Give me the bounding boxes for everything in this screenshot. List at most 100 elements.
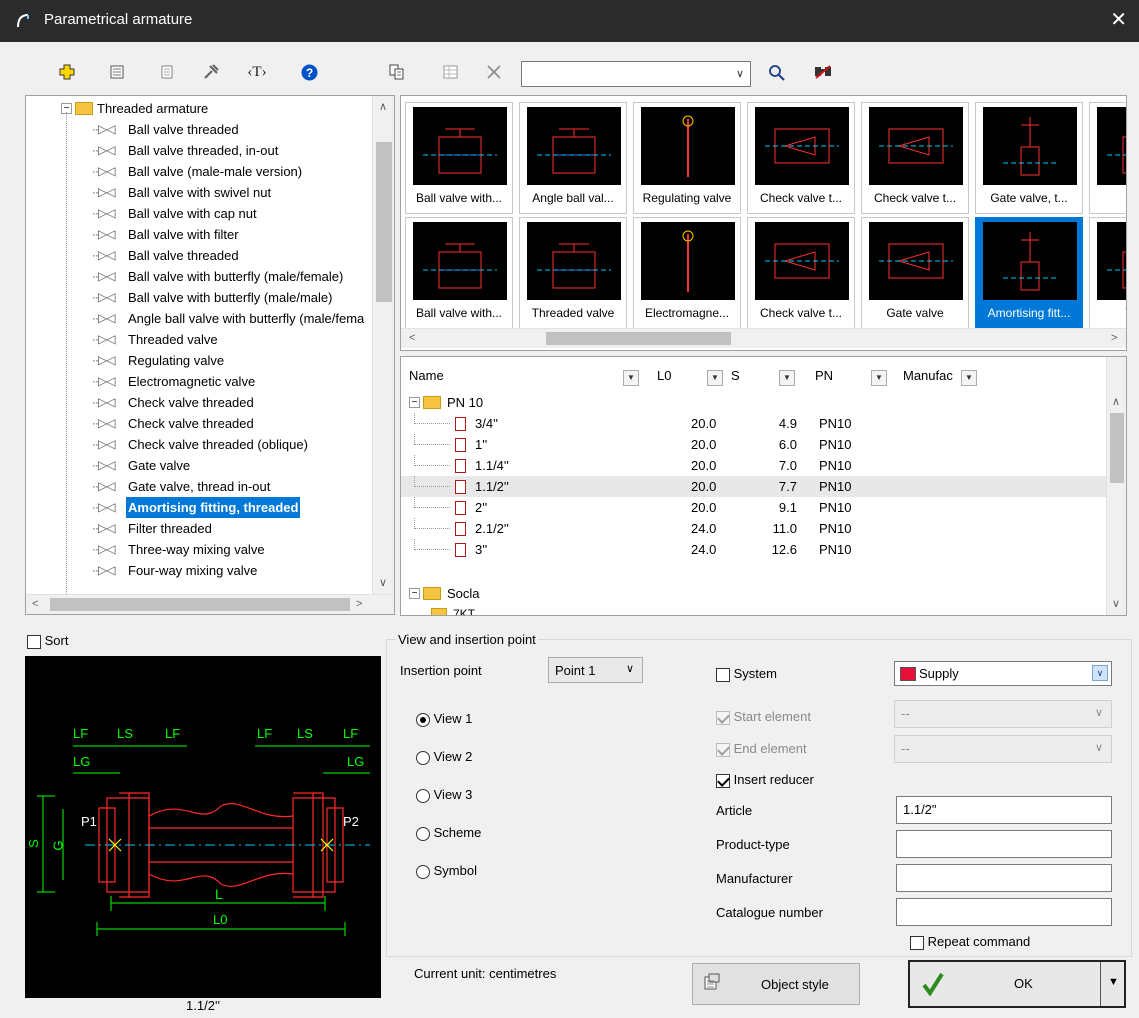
insert-reducer-check[interactable] (716, 773, 730, 788)
scroll-thumb[interactable] (546, 332, 731, 345)
catalogue-number-field[interactable] (896, 898, 1112, 926)
radio-button[interactable] (416, 826, 430, 841)
col-name[interactable]: Name (409, 363, 444, 389)
object-style-button[interactable]: Object style (692, 963, 860, 1005)
end-element-select[interactable]: -- ∨ (894, 735, 1112, 763)
article-field[interactable]: 1.1/2" (896, 796, 1112, 824)
start-element-check[interactable] (716, 710, 730, 725)
thumbnail-tile[interactable]: Regulating valve (633, 102, 741, 214)
table-scrollbar[interactable]: ∧ ∨ (1106, 357, 1126, 615)
scroll-down-icon[interactable]: ∨ (379, 576, 387, 589)
document-icon[interactable] (154, 58, 180, 86)
armature-tree[interactable]: − Threaded armature ··▷◁ Ball valve threade… (25, 95, 395, 615)
gallery-scrollbar[interactable]: < > (401, 328, 1126, 348)
view-radio-2[interactable]: View 2 (416, 749, 472, 765)
thumbnail-tile[interactable]: Gate valve, t... (975, 102, 1083, 214)
radio-button[interactable] (416, 864, 430, 879)
col-manufacturer[interactable]: Manufac (903, 363, 953, 389)
col-name-filter[interactable]: ▼ (623, 370, 639, 386)
col-pn[interactable]: PN (815, 363, 833, 389)
scroll-up-icon[interactable]: ∧ (1112, 395, 1120, 408)
view-radio-5[interactable]: Symbol (416, 863, 477, 879)
system-checkbox[interactable]: System (716, 666, 777, 682)
sort-checkbox[interactable]: Sort (27, 633, 68, 649)
delete-icon[interactable] (481, 58, 507, 86)
col-manufacturer-filter[interactable]: ▼ (961, 370, 977, 386)
start-element-select[interactable]: -- ∨ (894, 700, 1112, 728)
text-tag-icon[interactable]: ‹T› (244, 58, 270, 86)
scroll-left-icon[interactable]: < (32, 598, 38, 610)
insertion-point-select[interactable]: Point 1 ∨ (548, 657, 643, 683)
scroll-up-icon[interactable]: ∧ (379, 100, 387, 113)
radio-button[interactable] (416, 712, 430, 727)
thumbnail-tile[interactable]: Three- (1089, 217, 1126, 329)
search-icon[interactable] (763, 58, 789, 86)
col-s[interactable]: S (731, 363, 740, 389)
collapse-icon[interactable]: − (409, 588, 420, 599)
table-edit-icon[interactable] (437, 58, 463, 86)
radio-button[interactable] (416, 788, 430, 803)
view-radio-3[interactable]: View 3 (416, 787, 472, 803)
table-row[interactable]: 3/4'' 20.0 4.9 PN10 (401, 413, 1106, 434)
chevron-down-icon[interactable]: ∨ (1092, 665, 1108, 681)
help-icon[interactable]: ? (296, 58, 322, 86)
thumbnail-tile[interactable]: Check valve t... (747, 102, 855, 214)
group-row[interactable]: − PN 10 (401, 392, 1106, 413)
end-element-checkbox[interactable]: End element (716, 741, 807, 757)
thumbnail-tile[interactable]: Amortising fitt... (975, 217, 1083, 329)
table-row[interactable]: 1.1/2'' 20.0 7.7 PN10 (401, 476, 1106, 497)
properties-icon[interactable] (104, 58, 130, 86)
find-binoculars-icon[interactable] (810, 58, 836, 86)
collapse-icon[interactable]: − (409, 397, 420, 408)
radio-button[interactable] (416, 750, 430, 765)
product-type-field[interactable] (896, 830, 1112, 858)
table-row[interactable]: 2.1/2'' 24.0 11.0 PN10 (401, 518, 1106, 539)
scroll-left-icon[interactable]: < (409, 332, 415, 344)
thumbnail-tile[interactable]: Electromagne... (633, 217, 741, 329)
manufacturer-field[interactable] (896, 864, 1112, 892)
thumbnail-tile[interactable]: Threaded valve (519, 217, 627, 329)
table-row[interactable]: 1.1/4'' 20.0 7.0 PN10 (401, 455, 1106, 476)
add-icon[interactable] (54, 58, 80, 86)
scroll-thumb[interactable] (50, 598, 350, 611)
table-row[interactable]: 3'' 24.0 12.6 PN10 (401, 539, 1106, 560)
thumbnail-tile[interactable]: Ball valve with... (405, 217, 513, 329)
thumbnail-tile[interactable]: Angle ball val... (519, 102, 627, 214)
group-child-row[interactable]: 7KT (401, 602, 1106, 615)
tree-horizontal-scrollbar[interactable]: < > (26, 594, 394, 614)
scroll-thumb[interactable] (376, 142, 392, 302)
col-l0[interactable]: L0 (657, 363, 671, 389)
end-element-check[interactable] (716, 742, 730, 757)
table-row[interactable]: 2'' 20.0 9.1 PN10 (401, 497, 1106, 518)
copy-icon[interactable] (384, 58, 410, 86)
group-row[interactable]: − Socla (401, 583, 1106, 604)
view-radio-4[interactable]: Scheme (416, 825, 481, 841)
sort-check[interactable] (27, 634, 41, 649)
tree-vertical-scrollbar[interactable]: ∧ ∨ (372, 96, 394, 596)
ok-button[interactable]: OK ▼ (908, 960, 1126, 1008)
thumbnail-tile[interactable]: Ball valve with... (405, 102, 513, 214)
table-row[interactable]: 1'' 20.0 6.0 PN10 (401, 434, 1106, 455)
repeat-command-check[interactable] (910, 935, 924, 950)
scroll-thumb[interactable] (1110, 413, 1124, 483)
scroll-right-icon[interactable]: > (1111, 332, 1117, 344)
search-combo[interactable]: ∨ (521, 61, 751, 87)
close-button[interactable]: ✕ (1110, 8, 1127, 32)
col-s-filter[interactable]: ▼ (779, 370, 795, 386)
scroll-right-icon[interactable]: > (356, 598, 362, 610)
system-select[interactable]: Supply ∨ (894, 661, 1112, 686)
insert-reducer-checkbox[interactable]: Insert reducer (716, 772, 814, 788)
repeat-command-checkbox[interactable]: Repeat command (910, 934, 1030, 950)
thumbnail-tile[interactable]: Gate valve (861, 217, 969, 329)
scroll-down-icon[interactable]: ∨ (1112, 597, 1120, 610)
view-radio-1[interactable]: View 1 (416, 711, 472, 727)
thumbnail-tile[interactable]: Check valve t... (861, 102, 969, 214)
system-check[interactable] (716, 667, 730, 682)
col-l0-filter[interactable]: ▼ (707, 370, 723, 386)
thumbnail-tile[interactable]: Filter (1089, 102, 1126, 214)
ok-dropdown-icon[interactable]: ▼ (1108, 976, 1119, 988)
thumbnail-tile[interactable]: Check valve t... (747, 217, 855, 329)
tools-icon[interactable] (198, 58, 224, 86)
chevron-down-icon[interactable]: ∨ (736, 67, 744, 80)
col-pn-filter[interactable]: ▼ (871, 370, 887, 386)
